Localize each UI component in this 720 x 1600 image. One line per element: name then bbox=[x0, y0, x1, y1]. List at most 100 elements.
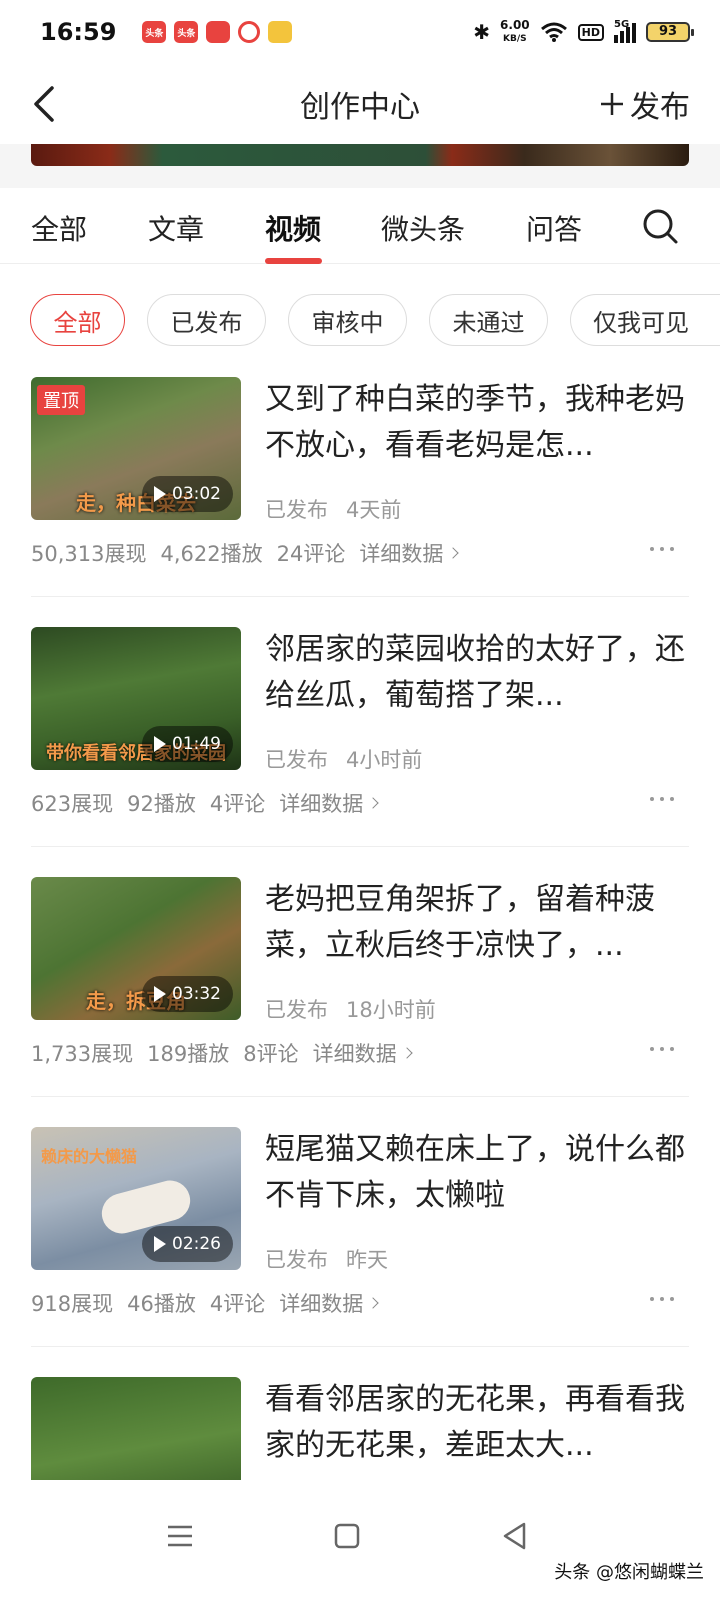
filter-private[interactable]: 仅我可见 bbox=[570, 294, 720, 346]
video-list-item[interactable]: 走，拆豆角 03:32 老妈把豆角架拆了，留着种菠菜，立秋后终于凉快了，... … bbox=[0, 877, 720, 1127]
comments-count: 4评论 bbox=[209, 792, 266, 816]
impressions-count: 918展现 bbox=[31, 1292, 114, 1316]
detail-data-link[interactable]: 详细数据 bbox=[279, 1288, 379, 1318]
comments-count: 8评论 bbox=[243, 1042, 299, 1066]
play-icon bbox=[154, 736, 166, 752]
divider bbox=[31, 846, 689, 847]
publish-status: 已发布 bbox=[265, 998, 328, 1022]
publish-button[interactable]: 发布 bbox=[598, 82, 690, 126]
publish-label: 发布 bbox=[630, 90, 690, 125]
more-options-icon[interactable] bbox=[650, 1047, 674, 1051]
plays-count: 4,622播放 bbox=[160, 542, 263, 566]
wifi-icon bbox=[540, 22, 567, 42]
status-bar: 16:59 头条 头条 ✱ 6.00 KB/S HD 5G 93 bbox=[0, 0, 720, 64]
hd-badge: HD bbox=[577, 23, 604, 41]
plays-count: 189播放 bbox=[147, 1042, 230, 1066]
filter-reviewing[interactable]: 审核中 bbox=[288, 294, 407, 346]
video-stats: 50,313展现 4,622播放 24评论 详细数据 bbox=[31, 538, 460, 568]
tab-all[interactable]: 全部 bbox=[31, 208, 87, 248]
divider bbox=[31, 596, 689, 597]
plays-count: 92播放 bbox=[127, 792, 196, 816]
detail-data-link[interactable]: 详细数据 bbox=[359, 538, 460, 568]
video-duration: 01:49 bbox=[142, 726, 233, 762]
menu-icon[interactable] bbox=[160, 1516, 200, 1556]
video-title[interactable]: 老妈把豆角架拆了，留着种菠菜，立秋后终于凉快了，... bbox=[265, 877, 685, 969]
detail-data-link[interactable]: 详细数据 bbox=[312, 1038, 413, 1068]
status-time: 16:59 bbox=[40, 18, 117, 46]
banner-area bbox=[0, 144, 720, 188]
status-right: ✱ 6.00 KB/S HD 5G 93 bbox=[473, 19, 694, 45]
chevron-left-icon[interactable] bbox=[28, 84, 68, 124]
tab-articles[interactable]: 文章 bbox=[148, 208, 204, 248]
net-speed-value: 6.00 bbox=[500, 18, 530, 32]
video-stats: 918展现 46播放 4评论 详细数据 bbox=[31, 1288, 379, 1318]
chevron-right-icon bbox=[447, 547, 460, 559]
chevron-right-icon bbox=[400, 1047, 413, 1059]
system-nav-bar: 头条 @悠闲蝴蝶兰 bbox=[0, 1480, 720, 1600]
thumbnail-caption: 赖床的大懒猫 bbox=[41, 1147, 138, 1166]
video-thumbnail[interactable]: 走，拆豆角 03:32 bbox=[31, 877, 241, 1020]
filter-rejected[interactable]: 未通过 bbox=[429, 294, 548, 346]
battery-indicator: 93 bbox=[646, 22, 694, 42]
back-triangle-icon[interactable] bbox=[495, 1516, 535, 1556]
app-notification-icon bbox=[206, 21, 231, 43]
detail-data-label: 详细数据 bbox=[359, 542, 444, 566]
app-notification-icon bbox=[238, 21, 261, 43]
more-options-icon[interactable] bbox=[650, 547, 674, 551]
duration-label: 03:02 bbox=[172, 484, 221, 504]
tab-micro-posts[interactable]: 微头条 bbox=[381, 208, 465, 248]
home-icon[interactable] bbox=[327, 1516, 367, 1556]
video-duration: 03:32 bbox=[142, 976, 233, 1012]
tab-videos[interactable]: 视频 bbox=[265, 208, 321, 248]
play-icon bbox=[154, 1236, 166, 1252]
more-options-icon[interactable] bbox=[650, 797, 674, 801]
video-duration: 02:26 bbox=[142, 1226, 233, 1262]
video-thumbnail[interactable]: 置顶 走，种白菜去 03:02 bbox=[31, 377, 241, 520]
video-title[interactable]: 看看邻居家的无花果，再看看我家的无花果，差距太大... bbox=[265, 1377, 685, 1469]
video-list-item[interactable]: 置顶 走，种白菜去 03:02 又到了种白菜的季节，我种老妈不放心，看看老妈是怎… bbox=[0, 377, 720, 627]
filter-all[interactable]: 全部 bbox=[30, 294, 125, 346]
more-options-icon[interactable] bbox=[650, 1297, 674, 1301]
video-list-item[interactable]: 带你看看邻居家的菜园 01:49 邻居家的菜园收拾的太好了，还给丝瓜，葡萄搭了架… bbox=[0, 627, 720, 877]
detail-data-label: 详细数据 bbox=[312, 1042, 397, 1066]
filter-published[interactable]: 已发布 bbox=[147, 294, 266, 346]
video-list-item[interactable]: 赖床的大懒猫 02:26 短尾猫又赖在床上了，说什么都不肯下床，太懒啦 已发布 … bbox=[0, 1127, 720, 1377]
video-thumbnail[interactable] bbox=[31, 1377, 241, 1480]
video-title[interactable]: 短尾猫又赖在床上了，说什么都不肯下床，太懒啦 bbox=[265, 1127, 685, 1219]
publish-time: 昨天 bbox=[346, 1248, 388, 1272]
detail-data-link[interactable]: 详细数据 bbox=[279, 788, 379, 818]
active-tab-indicator bbox=[265, 258, 322, 264]
chevron-right-icon bbox=[367, 797, 379, 809]
category-tabs: 全部 文章 视频 微头条 问答 bbox=[0, 188, 720, 264]
title-bar: 创作中心 发布 bbox=[0, 64, 720, 144]
video-title[interactable]: 又到了种白菜的季节，我种老妈不放心，看看老妈是怎... bbox=[265, 377, 685, 469]
duration-label: 03:32 bbox=[172, 984, 221, 1004]
video-thumbnail[interactable]: 带你看看邻居家的菜园 01:49 bbox=[31, 627, 241, 770]
video-stats: 1,733展现 189播放 8评论 详细数据 bbox=[31, 1038, 413, 1068]
net-speed: 6.00 KB/S bbox=[500, 19, 530, 45]
plays-count: 46播放 bbox=[127, 1292, 196, 1316]
duration-label: 02:26 bbox=[172, 1234, 221, 1254]
video-list-item[interactable]: 看看邻居家的无花果，再看看我家的无花果，差距太大... bbox=[0, 1377, 720, 1480]
bluetooth-icon: ✱ bbox=[473, 20, 491, 44]
promo-banner[interactable] bbox=[31, 144, 689, 166]
signal-label: 5G bbox=[614, 19, 630, 30]
publish-status: 已发布 bbox=[265, 1248, 328, 1272]
notification-icons: 头条 头条 bbox=[142, 21, 293, 43]
signal-icon: 5G bbox=[614, 19, 636, 43]
detail-data-label: 详细数据 bbox=[279, 1292, 364, 1316]
impressions-count: 623展现 bbox=[31, 792, 114, 816]
net-speed-unit: KB/S bbox=[503, 34, 527, 44]
status-filters: 全部 已发布 审核中 未通过 仅我可见 bbox=[30, 294, 720, 348]
video-title[interactable]: 邻居家的菜园收拾的太好了，还给丝瓜，葡萄搭了架... bbox=[265, 627, 685, 719]
publish-time: 4天前 bbox=[346, 498, 402, 522]
chevron-right-icon bbox=[367, 1297, 379, 1309]
publish-status: 已发布 bbox=[265, 498, 328, 522]
toutiao-app-icon: 头条 bbox=[142, 21, 167, 43]
play-icon bbox=[154, 486, 166, 502]
plus-icon bbox=[601, 93, 623, 115]
search-icon[interactable] bbox=[640, 206, 680, 246]
play-icon bbox=[154, 986, 166, 1002]
tab-qa[interactable]: 问答 bbox=[526, 208, 582, 248]
video-thumbnail[interactable]: 赖床的大懒猫 02:26 bbox=[31, 1127, 241, 1270]
